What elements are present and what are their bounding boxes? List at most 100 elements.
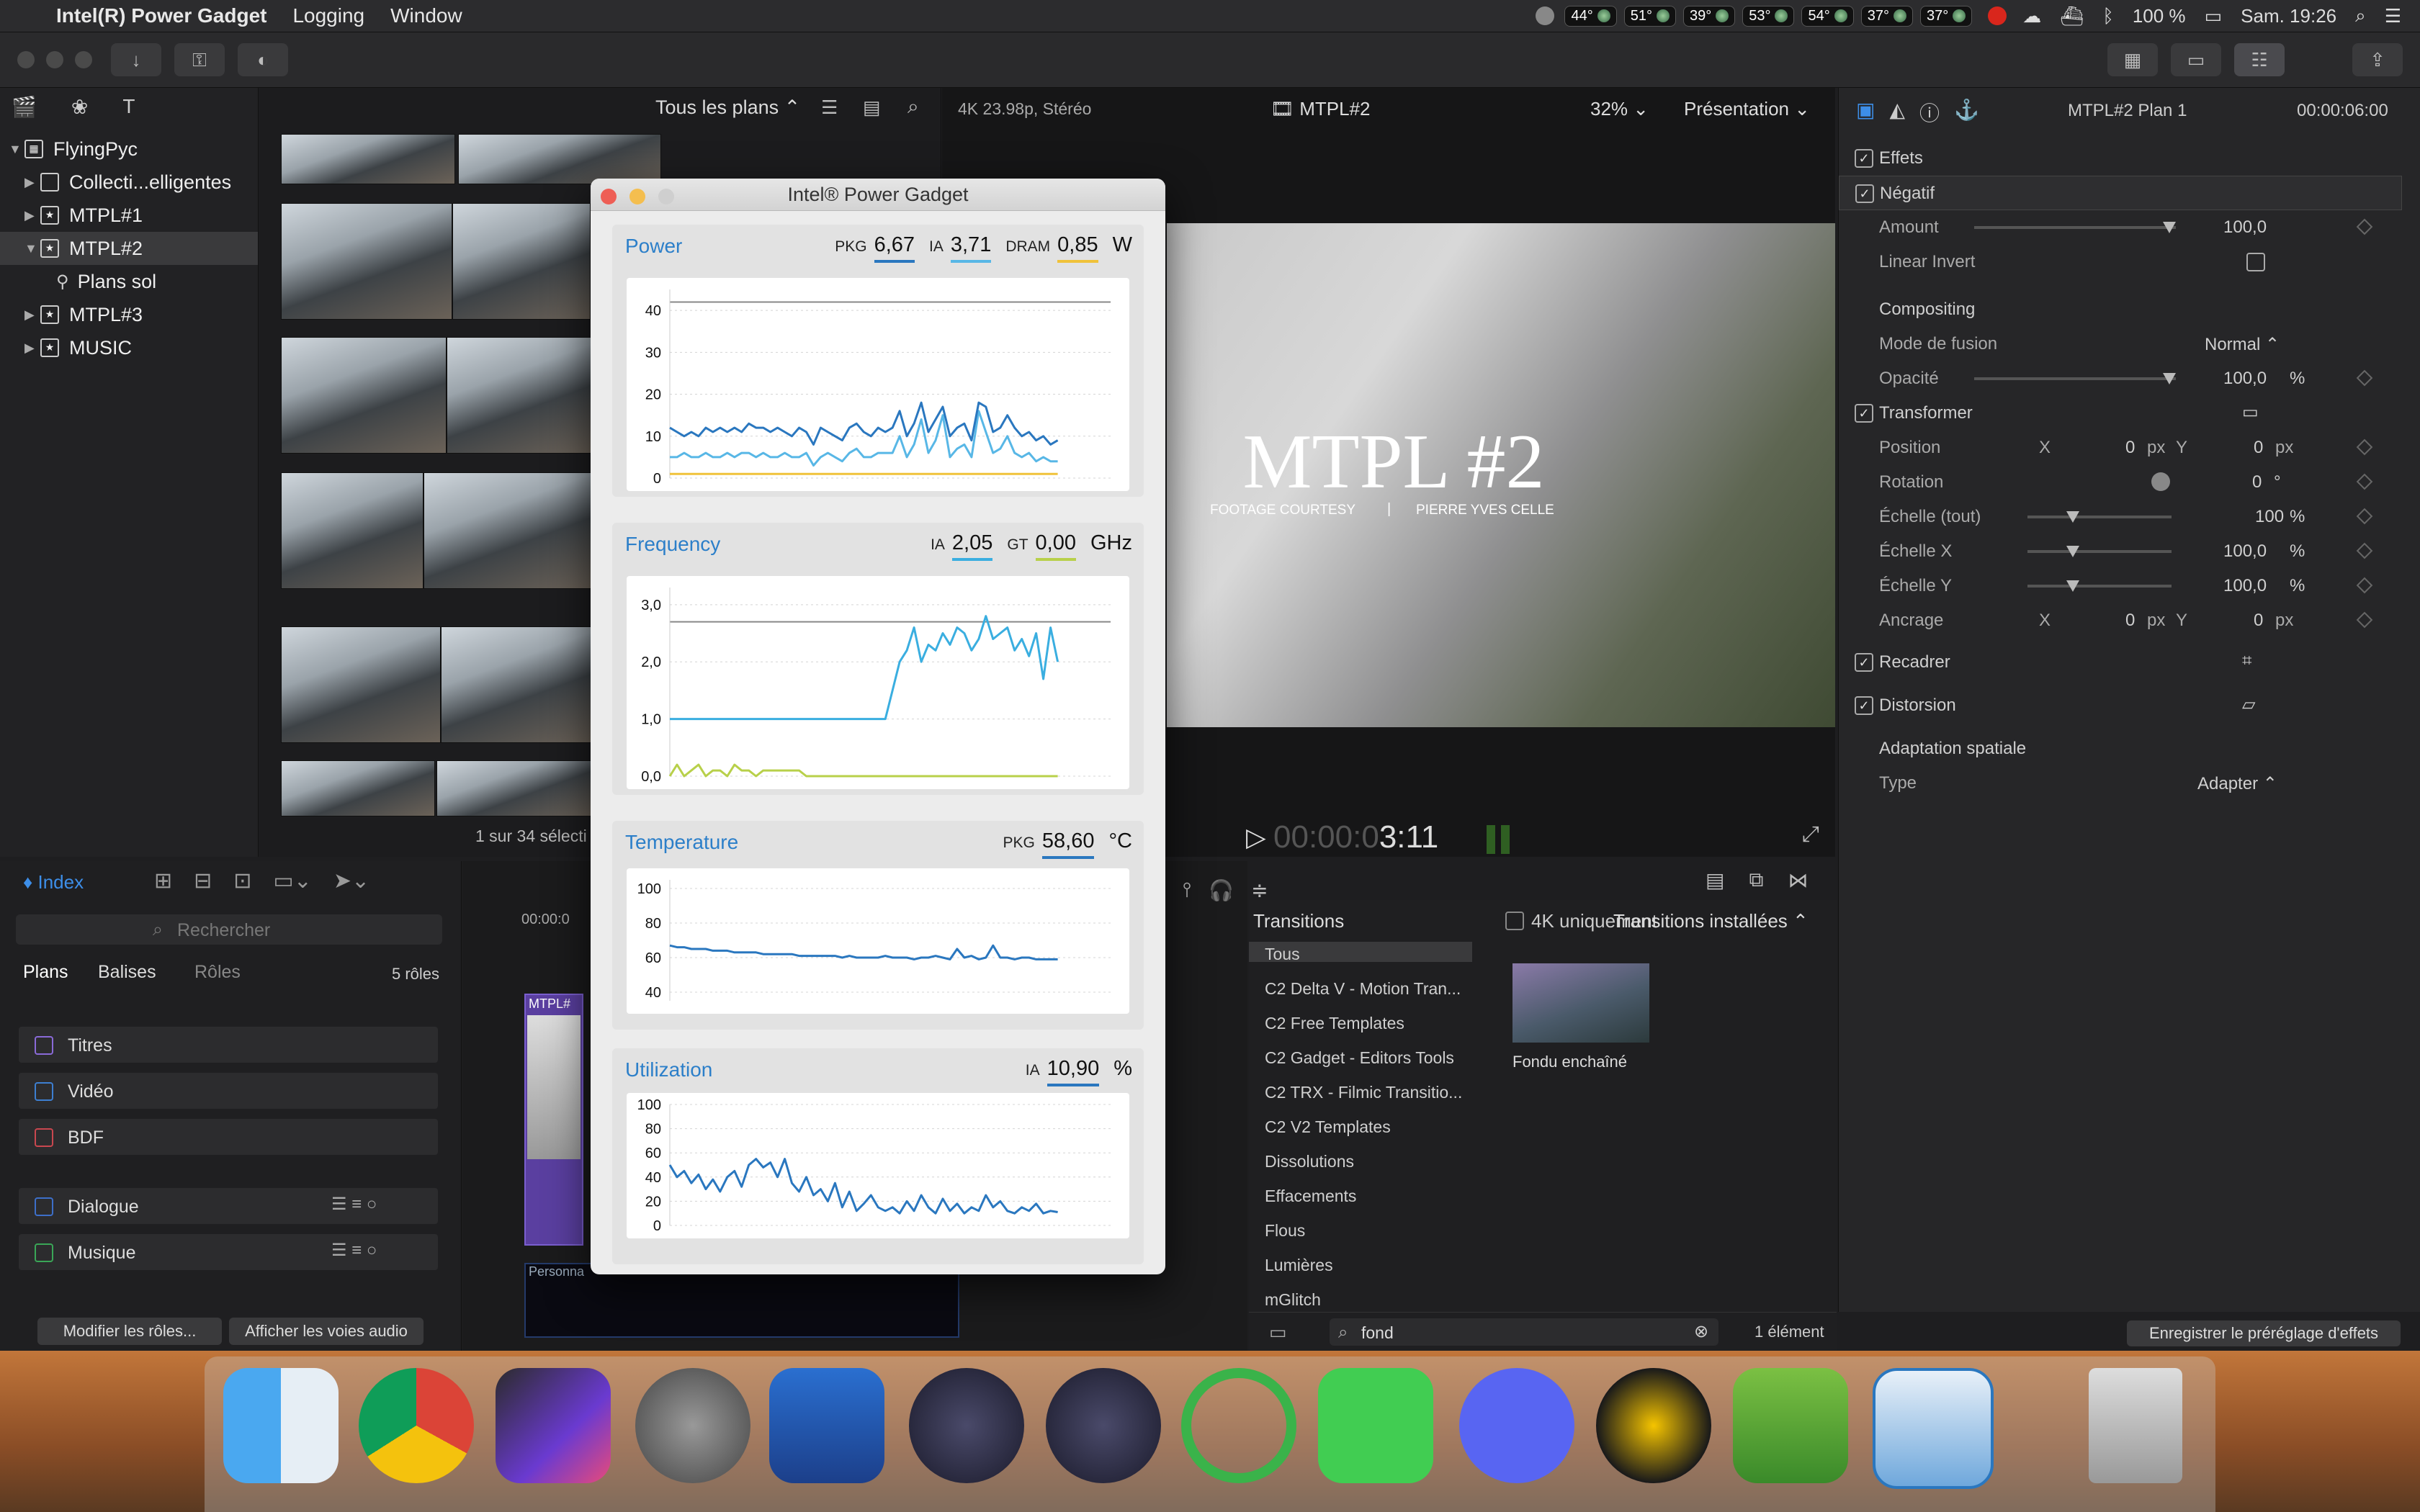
clip-filter-menu[interactable]: Tous les plans ⌃	[655, 96, 800, 119]
role-item[interactable]: Vidéo	[19, 1073, 438, 1109]
photos-icon[interactable]: ❀	[71, 95, 88, 124]
sensor-badge[interactable]: 53°	[1742, 5, 1795, 27]
clear-search-icon[interactable]: ⊗	[1694, 1321, 1708, 1342]
keyframe-icon[interactable]	[2356, 438, 2373, 456]
role-checkbox[interactable]	[35, 1082, 53, 1101]
davinci-resolve-icon[interactable]	[909, 1368, 1024, 1483]
slider-knob[interactable]	[2066, 580, 2079, 592]
timeline-clip[interactable]: MTPL#	[524, 994, 583, 1246]
role-item[interactable]: Titres	[19, 1027, 438, 1063]
half-circle-icon[interactable]: ◐	[238, 43, 288, 76]
davinci-resolve-icon[interactable]	[1046, 1368, 1161, 1483]
zoom-window-button[interactable]	[75, 51, 92, 68]
slider-knob[interactable]	[2066, 546, 2079, 557]
share-icon[interactable]: ⇪	[2352, 43, 2403, 76]
color-inspector-icon[interactable]: ◭	[1889, 98, 1905, 127]
close-button[interactable]	[601, 189, 617, 204]
clip-thumbnail[interactable]	[281, 203, 452, 320]
negatif-checkbox[interactable]: ✓	[1855, 184, 1874, 203]
keyframe-icon[interactable]	[2356, 611, 2373, 629]
select-tool-icon[interactable]: ➤⌄	[333, 868, 369, 894]
search-icon[interactable]: ⌕	[2355, 4, 2366, 27]
qt-creator-icon[interactable]	[1318, 1368, 1433, 1483]
clip-appearance-icon[interactable]: ⧉	[1749, 868, 1763, 892]
sensor-badge[interactable]: 39°	[1682, 5, 1736, 27]
category-item[interactable]: C2 Free Templates	[1265, 1014, 1404, 1033]
bluetooth-icon[interactable]: ᛒ	[2102, 5, 2114, 27]
menu-list-icon[interactable]: ☰	[2385, 5, 2401, 27]
record-icon[interactable]	[1988, 6, 2007, 25]
share-inspector-icon[interactable]: ⚓	[1954, 98, 1979, 127]
scale-all-value[interactable]: 100	[2255, 507, 2284, 527]
amount-value[interactable]: 100,0	[2223, 217, 2267, 238]
slider-knob[interactable]	[2163, 373, 2176, 384]
library-item[interactable]: ▼ ★ MTPL#2	[0, 232, 258, 265]
grid-layout-icon[interactable]: ▦	[2107, 43, 2158, 76]
save-preset-button[interactable]: Enregistrer le préréglage d'effets	[2127, 1320, 2401, 1346]
minimize-button[interactable]	[629, 189, 645, 204]
tab-balises[interactable]: Balises	[98, 962, 156, 983]
crop-icon[interactable]: ⌗	[2242, 651, 2252, 671]
menu-app-name[interactable]: Intel(R) Power Gadget	[56, 4, 266, 27]
linear-invert-checkbox[interactable]	[2246, 253, 2265, 271]
sensor-badge[interactable]: 44°	[1564, 5, 1617, 27]
effects-browser-icon[interactable]: ⋈	[1788, 868, 1808, 892]
position-y-value[interactable]: 0	[2254, 438, 2263, 458]
role-checkbox[interactable]	[35, 1036, 53, 1055]
clip-thumbnail[interactable]	[281, 760, 435, 816]
crop-checkbox[interactable]: ✓	[1855, 653, 1873, 672]
scale-y-value[interactable]: 100,0	[2223, 576, 2267, 596]
scale-all-slider[interactable]	[2027, 511, 2172, 523]
search-input[interactable]: ⌕ Rechercher	[16, 914, 442, 945]
titles-icon[interactable]: T	[122, 95, 135, 124]
installed-transitions-menu[interactable]: Transitions installées ⌃	[1613, 910, 1809, 932]
library-item[interactable]: ⚲ Plans sol	[0, 265, 258, 298]
lanes-icon[interactable]: ☰ ≡ ○	[331, 1194, 377, 1215]
discord-icon[interactable]	[1459, 1368, 1574, 1483]
menu-logging[interactable]: Logging	[292, 4, 364, 27]
lanes-icon[interactable]: ☰ ≡ ○	[331, 1240, 377, 1261]
clip-thumbnail[interactable]	[281, 626, 441, 743]
library-item[interactable]: ▶ ★ MUSIC	[0, 331, 258, 364]
clip-thumbnail[interactable]	[452, 203, 591, 320]
category-item[interactable]: Tous	[1265, 945, 1300, 964]
keyframe-icon[interactable]	[2356, 508, 2373, 525]
category-item[interactable]: Dissolutions	[1265, 1152, 1354, 1171]
clip-thumbnail[interactable]	[281, 337, 447, 454]
distort-checkbox[interactable]: ✓	[1855, 696, 1873, 715]
kite-icon[interactable]	[1596, 1368, 1711, 1483]
headphones-icon[interactable]: 🎧	[1209, 878, 1234, 902]
search-icon[interactable]: ⌕	[908, 95, 919, 119]
sensor-badge[interactable]: 37°	[1919, 5, 1973, 27]
clip-thumbnail[interactable]	[441, 626, 592, 743]
library-item[interactable]: ▶ ★ MTPL#3	[0, 298, 258, 331]
key-icon[interactable]: ⚿	[174, 43, 225, 76]
keyframe-icon[interactable]	[2356, 542, 2373, 559]
anchor-y-value[interactable]: 0	[2254, 611, 2263, 631]
position-x-value[interactable]: 0	[2125, 438, 2135, 458]
search-input[interactable]: ⌕ fond ⊗	[1330, 1318, 1718, 1346]
zoom-button[interactable]	[658, 189, 674, 204]
category-item[interactable]: Effacements	[1265, 1187, 1356, 1206]
category-item[interactable]: C2 TRX - Filmic Transitio...	[1265, 1083, 1462, 1102]
inspector-sliders-icon[interactable]: ☷	[2234, 43, 2285, 76]
distort-icon[interactable]: ▱	[2242, 694, 2255, 715]
slider-knob[interactable]	[2066, 511, 2079, 523]
sidebar-toggle-icon[interactable]: ▭	[1269, 1321, 1287, 1344]
import-arrow-icon[interactable]: ↓	[111, 43, 161, 76]
keyframe-icon[interactable]	[2356, 369, 2373, 387]
transform-checkbox[interactable]: ✓	[1855, 404, 1873, 423]
system-preferences-icon[interactable]	[635, 1368, 750, 1483]
view-menu[interactable]: Présentation ⌄	[1684, 98, 1810, 120]
scale-x-value[interactable]: 100,0	[2223, 541, 2267, 562]
library-item[interactable]: ▶ ★ MTPL#1	[0, 199, 258, 232]
role-checkbox[interactable]	[35, 1197, 53, 1216]
clip-thumbnail[interactable]	[458, 134, 661, 184]
category-item[interactable]: Flous	[1265, 1221, 1305, 1241]
rotation-dial[interactable]	[2151, 472, 2170, 491]
rotation-value[interactable]: 0	[2252, 472, 2262, 492]
type-select[interactable]: Adapter ⌃	[2197, 773, 2277, 794]
category-item[interactable]: Lumières	[1265, 1256, 1333, 1275]
transition-thumbnail[interactable]	[1512, 963, 1649, 1043]
clapper-icon[interactable]: 🎬	[12, 95, 37, 124]
